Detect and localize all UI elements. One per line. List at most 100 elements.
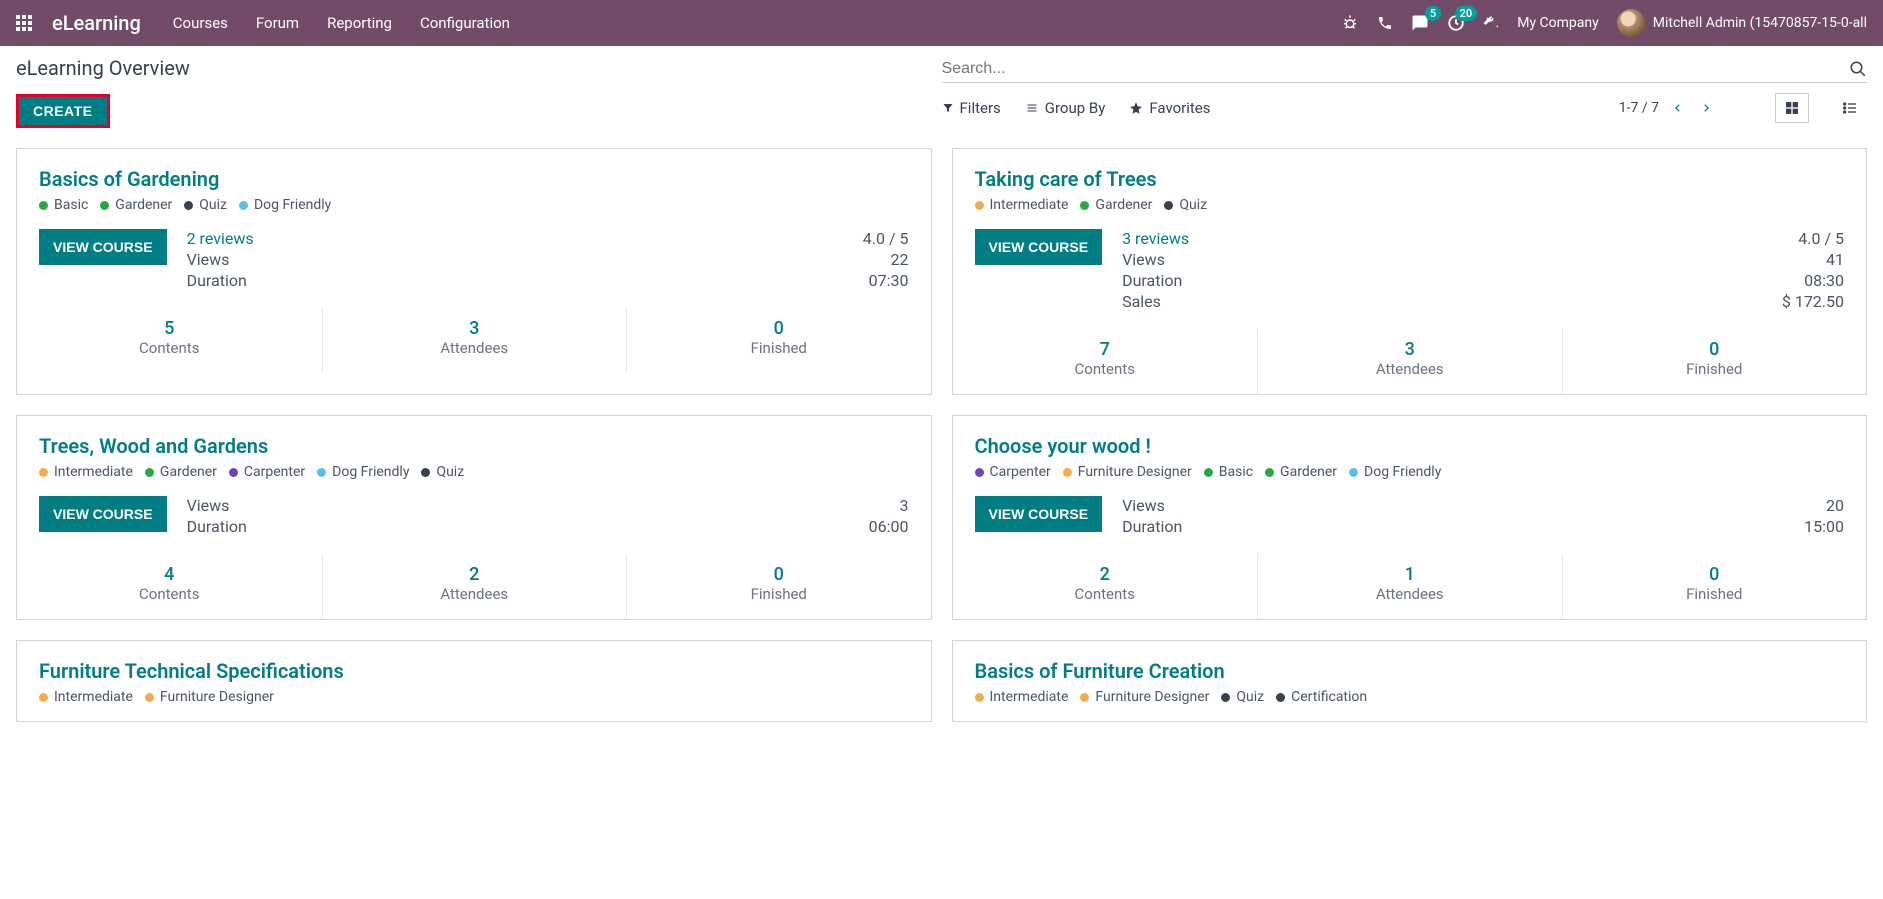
course-bottom-stats: 4Contents2Attendees0Finished	[17, 554, 931, 619]
view-course-button[interactable]: VIEW COURSE	[975, 496, 1103, 532]
finished-stat[interactable]: 0Finished	[626, 554, 931, 619]
contents-stat[interactable]: 2Contents	[953, 554, 1258, 619]
user-name: Mitchell Admin (15470857-15-0-all	[1653, 15, 1867, 31]
company-selector[interactable]: My Company	[1517, 15, 1599, 31]
course-card[interactable]: Basics of Furniture Creation Intermediate…	[952, 640, 1868, 722]
finished-label: Finished	[1563, 585, 1867, 603]
course-tag[interactable]: Quiz	[1164, 197, 1207, 213]
views-label: Views	[1122, 250, 1189, 269]
course-tag[interactable]: Dog Friendly	[239, 197, 331, 213]
create-button[interactable]: CREATE	[16, 94, 110, 128]
bug-icon[interactable]	[1341, 14, 1359, 32]
brand-title[interactable]: eLearning	[52, 11, 141, 35]
course-tag[interactable]: Quiz	[421, 464, 464, 480]
search-input[interactable]	[942, 60, 1850, 78]
pager-prev[interactable]	[1669, 101, 1687, 115]
pager-next[interactable]	[1697, 101, 1715, 115]
tag-dot-icon	[975, 201, 984, 210]
pager-text[interactable]: 1-7 / 7	[1619, 100, 1659, 116]
course-title[interactable]: Trees, Wood and Gardens	[39, 434, 909, 458]
duration-label: Duration	[1122, 517, 1182, 536]
menu-configuration[interactable]: Configuration	[420, 14, 510, 32]
course-card[interactable]: Furniture Technical Specifications Interm…	[16, 640, 932, 722]
attendees-stat[interactable]: 3Attendees	[322, 308, 627, 373]
duration-label: Duration	[187, 517, 247, 536]
course-tag[interactable]: Gardener	[1265, 464, 1337, 480]
kanban-view-button[interactable]	[1775, 93, 1809, 123]
course-card[interactable]: Trees, Wood and Gardens Intermediate Garde…	[16, 415, 932, 620]
favorites-button[interactable]: Favorites	[1129, 99, 1210, 117]
views-label: Views	[187, 496, 247, 515]
course-tag[interactable]: Gardener	[1080, 197, 1152, 213]
view-course-button[interactable]: VIEW COURSE	[39, 496, 167, 532]
course-card[interactable]: Basics of Gardening Basic Gardener Quiz Dog …	[16, 148, 932, 395]
course-tag[interactable]: Quiz	[1221, 689, 1264, 705]
tag-label: Intermediate	[54, 689, 133, 705]
filters-button[interactable]: Filters	[942, 99, 1001, 117]
attendees-stat[interactable]: 2Attendees	[322, 554, 627, 619]
user-menu[interactable]: Mitchell Admin (15470857-15-0-all	[1617, 9, 1867, 37]
course-title[interactable]: Basics of Furniture Creation	[975, 659, 1845, 683]
course-title[interactable]: Taking care of Trees	[975, 167, 1845, 191]
course-tag[interactable]: Furniture Designer	[1063, 464, 1192, 480]
course-tag[interactable]: Certification	[1276, 689, 1367, 705]
tag-label: Quiz	[1236, 689, 1264, 705]
attendees-stat[interactable]: 1Attendees	[1257, 554, 1562, 619]
course-tag[interactable]: Basic	[39, 197, 88, 213]
course-tag[interactable]: Furniture Designer	[1080, 689, 1209, 705]
apps-icon[interactable]	[16, 15, 34, 31]
course-tag[interactable]: Furniture Designer	[145, 689, 274, 705]
course-tag[interactable]: Gardener	[145, 464, 217, 480]
finished-stat[interactable]: 0Finished	[626, 308, 931, 373]
course-tag[interactable]: Intermediate	[39, 464, 133, 480]
tag-label: Quiz	[199, 197, 227, 213]
course-title[interactable]: Furniture Technical Specifications	[39, 659, 909, 683]
attendees-stat[interactable]: 3Attendees	[1257, 329, 1562, 394]
contents-label: Contents	[953, 360, 1258, 378]
course-tag[interactable]: Dog Friendly	[1349, 464, 1441, 480]
search-bar[interactable]	[942, 56, 1868, 83]
activities-icon[interactable]: 20	[1447, 14, 1465, 32]
filters-label: Filters	[960, 99, 1001, 117]
course-tag[interactable]: Intermediate	[39, 689, 133, 705]
tag-dot-icon	[184, 201, 193, 210]
attendees-count: 3	[323, 318, 627, 339]
contents-stat[interactable]: 4Contents	[17, 554, 322, 619]
course-card[interactable]: Taking care of Trees Intermediate Gardener…	[952, 148, 1868, 395]
contents-stat[interactable]: 5Contents	[17, 308, 322, 373]
course-tag[interactable]: Intermediate	[975, 197, 1069, 213]
course-tag[interactable]: Quiz	[184, 197, 227, 213]
course-tag[interactable]: Carpenter	[229, 464, 305, 480]
course-card[interactable]: Choose your wood ! Carpenter Furniture Des…	[952, 415, 1868, 620]
list-view-button[interactable]	[1833, 93, 1867, 123]
tag-dot-icon	[1349, 468, 1358, 477]
course-title[interactable]: Basics of Gardening	[39, 167, 909, 191]
search-icon[interactable]	[1849, 60, 1867, 78]
course-tag[interactable]: Basic	[1204, 464, 1253, 480]
course-tag[interactable]: Gardener	[100, 197, 172, 213]
filter-icon	[942, 102, 954, 114]
menu-forum[interactable]: Forum	[256, 14, 299, 32]
view-course-button[interactable]: VIEW COURSE	[39, 229, 167, 265]
course-tag[interactable]: Intermediate	[975, 689, 1069, 705]
finished-count: 0	[627, 564, 931, 585]
duration-value: 06:00	[271, 517, 909, 536]
course-tags: Carpenter Furniture Designer Basic Gardener…	[975, 464, 1845, 480]
course-tag[interactable]: Dog Friendly	[317, 464, 409, 480]
finished-stat[interactable]: 0Finished	[1562, 329, 1867, 394]
menu-courses[interactable]: Courses	[173, 14, 228, 32]
course-title[interactable]: Choose your wood !	[975, 434, 1845, 458]
reviews-link[interactable]: 3 reviews	[1122, 229, 1189, 248]
reviews-link[interactable]: 2 reviews	[187, 229, 254, 248]
menu-reporting[interactable]: Reporting	[327, 14, 392, 32]
tools-icon[interactable]	[1483, 15, 1499, 31]
contents-stat[interactable]: 7Contents	[953, 329, 1258, 394]
groupby-button[interactable]: Group By	[1025, 99, 1106, 117]
finished-stat[interactable]: 0Finished	[1562, 554, 1867, 619]
finished-label: Finished	[1563, 360, 1867, 378]
list-view-icon	[1842, 100, 1858, 116]
course-tag[interactable]: Carpenter	[975, 464, 1051, 480]
view-course-button[interactable]: VIEW COURSE	[975, 229, 1103, 265]
phone-icon[interactable]	[1377, 15, 1393, 31]
messages-icon[interactable]: 5	[1411, 14, 1429, 32]
